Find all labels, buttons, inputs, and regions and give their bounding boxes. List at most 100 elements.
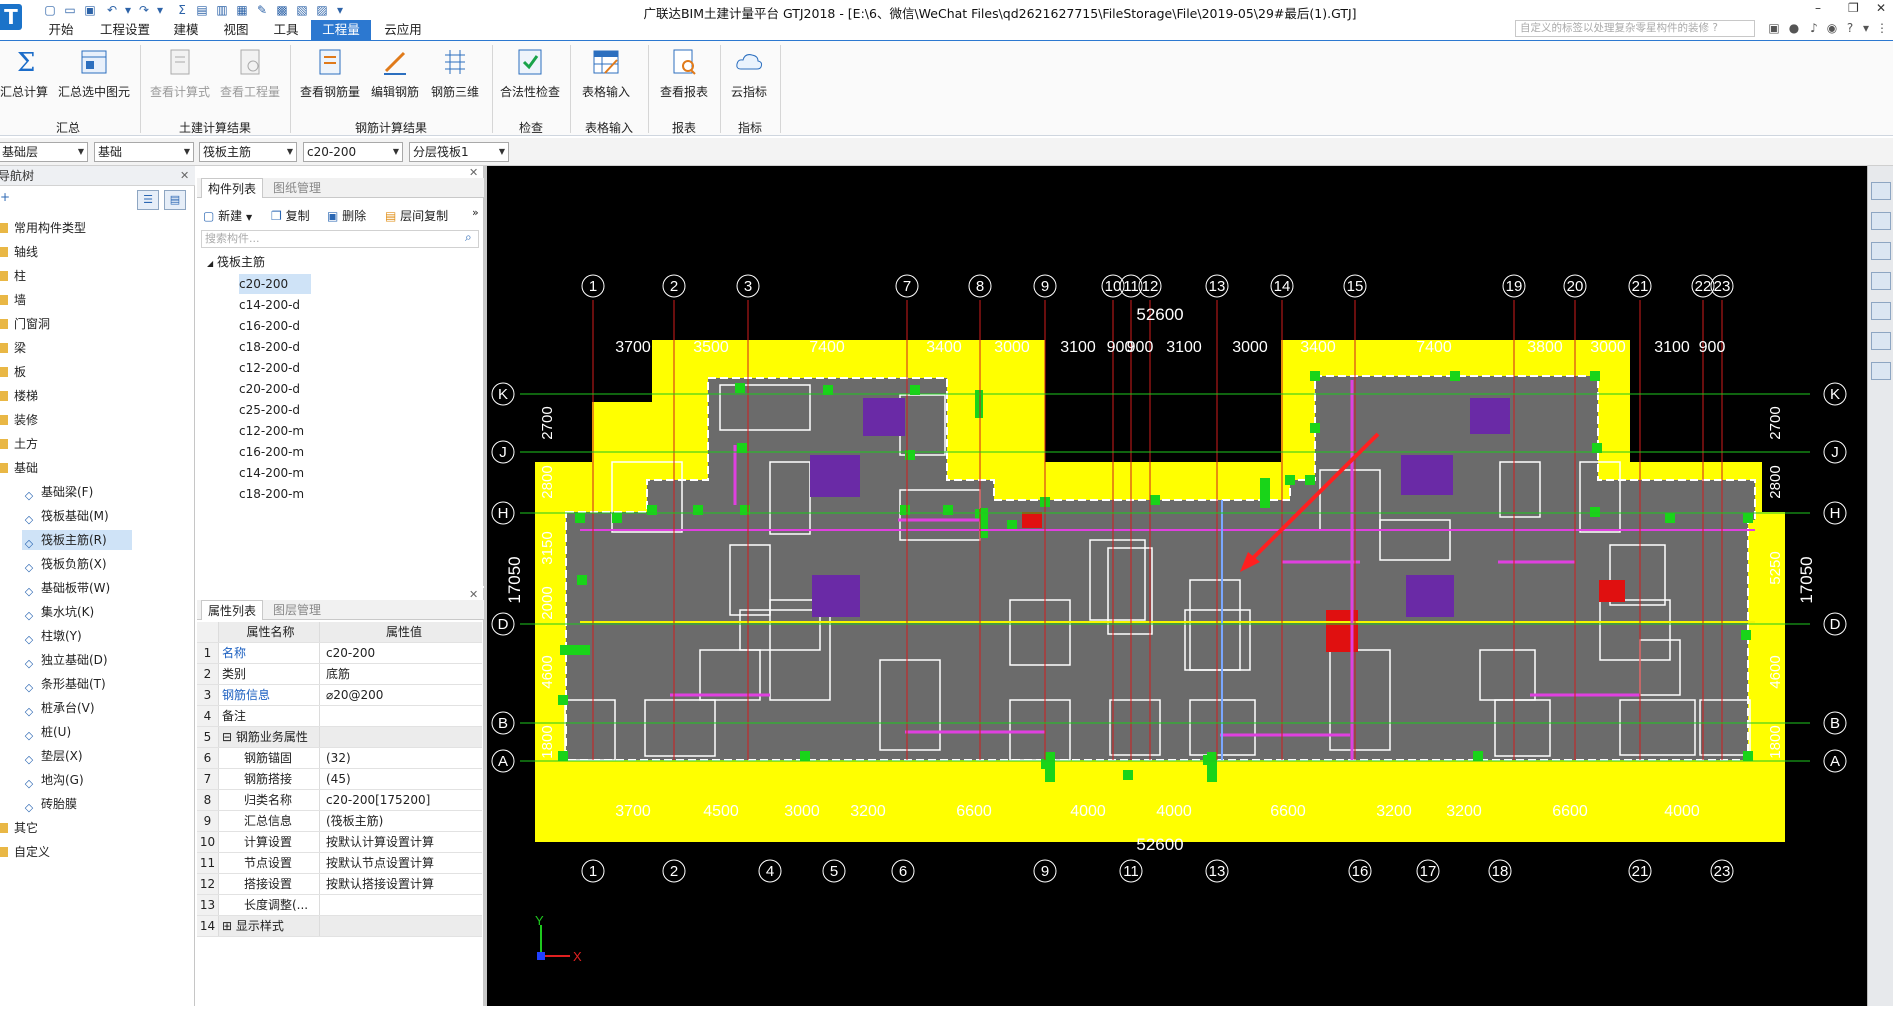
quick-edit-icon[interactable]: ✎: [254, 3, 270, 18]
property-value[interactable]: (筏板主筋): [323, 811, 482, 831]
tab-start[interactable]: 开始: [45, 20, 77, 40]
nav-folder-item[interactable]: 自定义: [0, 842, 50, 862]
cloud-index-button[interactable]: 云指标: [724, 47, 774, 107]
undo-dropdown-icon[interactable]: ▾: [120, 3, 136, 18]
component-item[interactable]: c12-200-m: [239, 421, 304, 441]
property-value[interactable]: (32): [323, 748, 482, 768]
foundation-plan-drawing[interactable]: 1 2 3 7 8 9 10 11 12 13 14 15 19 20 21 22 233700 3500 7400…: [487, 166, 1867, 1006]
property-value[interactable]: [323, 727, 482, 747]
component-search-input[interactable]: 搜索构件...: [201, 230, 479, 248]
nav-subitem[interactable]: ◇ 桩(U): [22, 722, 71, 742]
nav-folder-item[interactable]: 基础: [0, 458, 38, 478]
property-value[interactable]: (45): [323, 769, 482, 789]
nav-folder-item[interactable]: 装修: [0, 410, 38, 430]
zoom-icon[interactable]: [1871, 332, 1891, 350]
quick-report-icon[interactable]: ▤: [194, 3, 210, 18]
orbit-icon[interactable]: [1871, 182, 1891, 200]
property-value[interactable]: 按默认搭接设置计算: [323, 874, 482, 894]
category-select[interactable]: 基础 ▼: [94, 142, 194, 162]
nav-subitem[interactable]: ◇ 条形基础(T): [22, 674, 106, 694]
property-value[interactable]: [323, 895, 482, 915]
property-row[interactable]: 8 归类名称 c20-200[175200]: [197, 790, 482, 811]
property-row[interactable]: 6 钢筋锚固 (32): [197, 748, 482, 769]
copy-component-button[interactable]: ❐ 复制: [271, 206, 310, 226]
open-file-icon[interactable]: ▭: [62, 3, 78, 18]
edit-rebar-button[interactable]: 编辑钢筋: [366, 47, 424, 107]
tab-cloud[interactable]: 云应用: [380, 20, 426, 40]
nav-folder-item[interactable]: 门窗洞: [0, 314, 50, 334]
nav-subitem[interactable]: ◇ 筏板负筋(X): [22, 554, 107, 574]
view-formula-button[interactable]: 查看计算式: [146, 47, 214, 107]
quick-view-icon[interactable]: ▦: [234, 3, 250, 18]
nav-subitem[interactable]: ◇ 柱墩(Y): [22, 626, 82, 646]
view-report-button[interactable]: 查看报表: [654, 47, 714, 107]
restore-button[interactable]: ❐: [1848, 1, 1859, 15]
grid-icon[interactable]: ▩: [274, 3, 290, 18]
message-icon[interactable]: ◉: [1824, 20, 1840, 36]
rebar-3d-button[interactable]: 钢筋三维: [426, 47, 484, 107]
floor-select[interactable]: 基础层 ▼: [0, 142, 88, 162]
tab-quantities[interactable]: 工程量: [311, 20, 371, 40]
property-value[interactable]: ⌀20@200: [323, 685, 482, 705]
nav-folder-item[interactable]: 柱: [0, 266, 26, 286]
summary-calc-button[interactable]: Σ 汇总计算: [0, 47, 48, 107]
nav-folder-item[interactable]: 楼梯: [0, 386, 38, 406]
tab-property-list[interactable]: 属性列表: [201, 600, 264, 620]
component-select[interactable]: c20-200 ▼: [303, 142, 403, 162]
nav-subitem[interactable]: ◇ 垫层(X): [22, 746, 83, 766]
property-row[interactable]: 12 搭接设置 按默认搭接设置计算: [197, 874, 482, 895]
drawing-canvas[interactable]: 1 2 3 7 8 9 10 11 12 13 14 15 19 20 21 22 23 3700 3500 7400…: [487, 166, 1867, 1006]
property-row[interactable]: 14 ⊞ 显示样式: [197, 916, 482, 937]
close-window-button[interactable]: ✕: [1876, 1, 1886, 15]
property-value[interactable]: c20-200: [323, 643, 482, 663]
property-value[interactable]: 底筋: [323, 664, 482, 684]
nav-folder-item[interactable]: 土方: [0, 434, 38, 454]
minimize-button[interactable]: –: [1815, 1, 1821, 15]
undo-icon[interactable]: ↶: [104, 3, 120, 18]
component-type-select[interactable]: 筏板主筋 ▼: [199, 142, 297, 162]
nav-folder-item[interactable]: 梁: [0, 338, 26, 358]
tab-view[interactable]: 视图: [220, 20, 252, 40]
nav-folder-item[interactable]: 常用构件类型: [0, 218, 86, 238]
nav-folder-item[interactable]: 轴线: [0, 242, 38, 262]
property-value[interactable]: 按默认计算设置计算: [323, 832, 482, 852]
property-row[interactable]: 11 节点设置 按默认节点设置计算: [197, 853, 482, 874]
tab-tools[interactable]: 工具: [270, 20, 302, 40]
bell-icon[interactable]: ♪: [1806, 20, 1822, 36]
validity-check-button[interactable]: 合法性检查: [498, 47, 562, 107]
help-icon[interactable]: ?: [1842, 20, 1858, 36]
property-value[interactable]: 按默认节点设置计算: [323, 853, 482, 873]
nav-subitem[interactable]: ◇ 桩承台(V): [22, 698, 95, 718]
layer-select[interactable]: 分层筏板1 ▼: [409, 142, 509, 162]
help-search-input[interactable]: 自定义的标签以处理复杂零星构件的装修 ?: [1515, 20, 1755, 37]
component-item[interactable]: c20-200: [239, 274, 311, 294]
property-value[interactable]: [323, 916, 482, 936]
detail-view-icon[interactable]: ▤: [164, 190, 186, 210]
user-avatar-icon[interactable]: ▣: [1766, 20, 1782, 36]
save-icon[interactable]: ▣: [82, 3, 98, 18]
property-value[interactable]: [323, 706, 482, 726]
view-3d-icon[interactable]: [1871, 212, 1891, 230]
floor-copy-button[interactable]: ▤ 层间复制: [385, 206, 448, 226]
tab-layer-management[interactable]: 图层管理: [267, 600, 327, 620]
tab-drawing-management[interactable]: 图纸管理: [267, 178, 327, 198]
tab-project-settings[interactable]: 工程设置: [95, 20, 155, 40]
help-dropdown-icon[interactable]: ▾: [1858, 20, 1874, 36]
check-small-icon[interactable]: ▨: [314, 3, 330, 18]
sum-icon[interactable]: Σ: [174, 3, 190, 18]
component-item[interactable]: c14-200-d: [239, 295, 300, 315]
component-item[interactable]: c14-200-m: [239, 463, 304, 483]
property-row[interactable]: 10 计算设置 按默认计算设置计算: [197, 832, 482, 853]
nav-subitem[interactable]: ◇ 砖胎膜: [22, 794, 77, 814]
nav-folder-item[interactable]: 其它: [0, 818, 38, 838]
property-row[interactable]: 3 钢筋信息 ⌀20@200: [197, 685, 482, 706]
list-view-icon[interactable]: ☰: [137, 190, 159, 210]
nav-folder-item[interactable]: 板: [0, 362, 26, 382]
component-item[interactable]: c12-200-d: [239, 358, 300, 378]
new-component-button[interactable]: ▢ 新建 ▼: [203, 206, 252, 226]
nav-subitem[interactable]: ◇ 地沟(G): [22, 770, 84, 790]
nav-subitem[interactable]: ◇ 基础板带(W): [22, 578, 110, 598]
nav-subitem[interactable]: ◇ 筏板主筋(R): [22, 530, 132, 550]
component-item[interactable]: c18-200-m: [239, 484, 304, 504]
component-item[interactable]: c16-200-m: [239, 442, 304, 462]
